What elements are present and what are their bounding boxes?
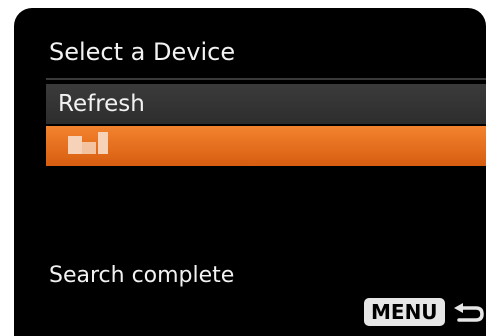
device-item-selected[interactable] — [46, 126, 486, 166]
return-arrow-icon — [453, 303, 484, 322]
camera-screen: Select a Device Refresh Search complete … — [14, 8, 486, 336]
menu-button-label: MENU — [364, 298, 445, 326]
screen-title: Select a Device — [49, 38, 236, 66]
search-status: Search complete — [49, 263, 235, 288]
pixelated-device-name — [68, 132, 118, 160]
refresh-label: Refresh — [58, 91, 145, 117]
refresh-item[interactable]: Refresh — [46, 84, 486, 124]
title-divider — [46, 78, 486, 80]
menu-back-hint[interactable]: MENU — [364, 298, 485, 326]
